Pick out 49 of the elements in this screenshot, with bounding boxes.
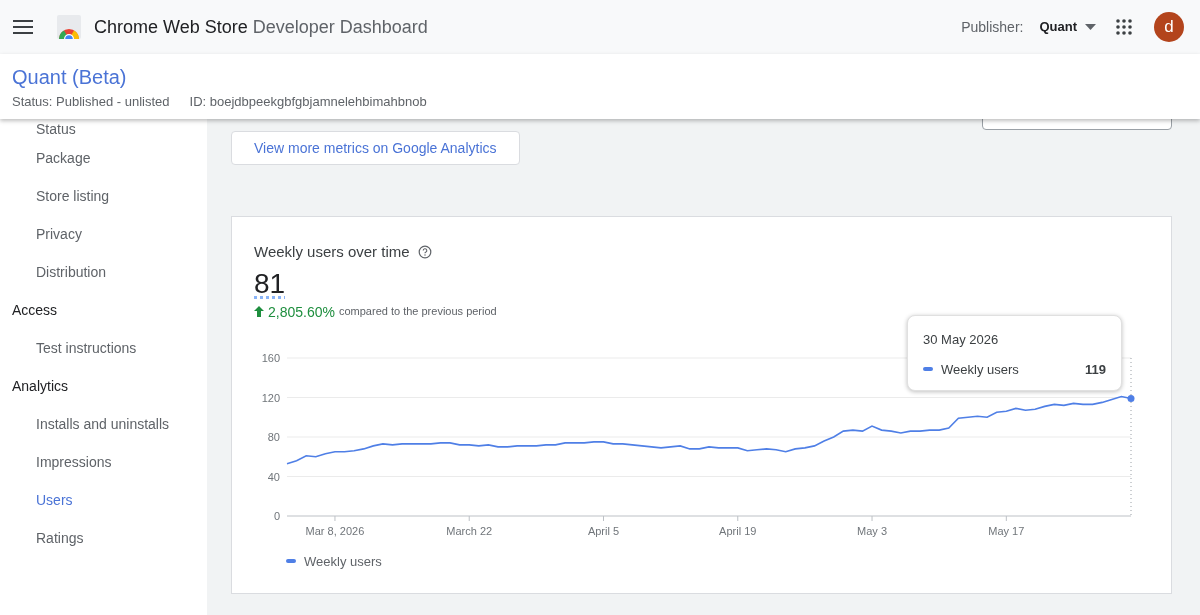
help-icon[interactable] <box>417 245 432 260</box>
legend-swatch <box>286 559 296 564</box>
tooltip-date: 30 May 2026 <box>923 331 1000 349</box>
y-tick-label: 40 <box>267 470 280 482</box>
sidebar-item[interactable]: Distribution <box>36 262 107 282</box>
app-title: Chrome Web Store <box>94 16 248 37</box>
sidebar-item[interactable]: Store listing <box>36 186 110 206</box>
app-subtitle: Developer Dashboard <box>252 16 428 37</box>
change-percent: 2,805.60% <box>268 302 335 322</box>
total-value: 81 <box>254 267 286 300</box>
tooltip-series: Weekly users <box>941 360 1019 379</box>
sidebar-item[interactable]: Test instructions <box>36 338 137 358</box>
menu-icon[interactable] <box>13 20 33 34</box>
x-tick-label: March 22 <box>446 524 493 537</box>
item-name: Quant (Beta) <box>12 65 127 90</box>
item-status: Status: Published - unlisted <box>12 93 170 111</box>
item-id: ID: boejdbpeekgbfgbjamnelehbimahbnob <box>189 93 427 111</box>
x-tick-label: April 5 <box>587 524 620 537</box>
sidebar-item[interactable]: Ratings <box>36 528 84 548</box>
hover-point <box>1127 394 1135 402</box>
x-tick-label: May 17 <box>988 524 1025 537</box>
sidebar-item[interactable]: Users <box>36 490 73 510</box>
publisher-dropdown[interactable]: Quant <box>1039 17 1096 37</box>
y-tick-label: 120 <box>261 391 280 403</box>
sidebar-section-title: Access <box>11 301 59 320</box>
caret-icon <box>1085 24 1096 30</box>
publisher-label: Publisher: <box>961 18 1024 37</box>
sidebar-item[interactable]: Status <box>36 119 76 139</box>
x-tick-label: Mar 8, 2026 <box>305 524 365 537</box>
sidebar-item[interactable]: Impressions <box>36 452 112 472</box>
sidebar-item[interactable]: Privacy <box>36 224 82 244</box>
change-note: compared to the previous period <box>338 304 497 320</box>
analytics-link-button[interactable]: View more metrics on Google Analytics <box>231 131 520 165</box>
y-tick-label: 0 <box>273 509 280 522</box>
legend-label: Weekly users <box>304 552 382 571</box>
tooltip-value: 119 <box>1085 360 1106 379</box>
up-arrow-icon <box>254 306 264 317</box>
card-title: Weekly users over time <box>254 242 410 262</box>
tooltip-swatch <box>923 367 933 372</box>
y-tick-label: 80 <box>267 430 280 443</box>
x-tick-label: May 3 <box>857 524 888 537</box>
sidebar-item[interactable]: Package <box>36 148 91 168</box>
store-logo-icon <box>56 15 82 39</box>
x-tick-label: April 19 <box>719 524 757 537</box>
avatar[interactable]: d <box>1154 12 1184 42</box>
y-tick-label: 160 <box>261 351 280 364</box>
apps-grid-icon[interactable] <box>1116 19 1132 35</box>
sidebar-section-title: Analytics <box>11 377 70 396</box>
sidebar-item[interactable]: Installs and uninstalls <box>36 414 170 434</box>
